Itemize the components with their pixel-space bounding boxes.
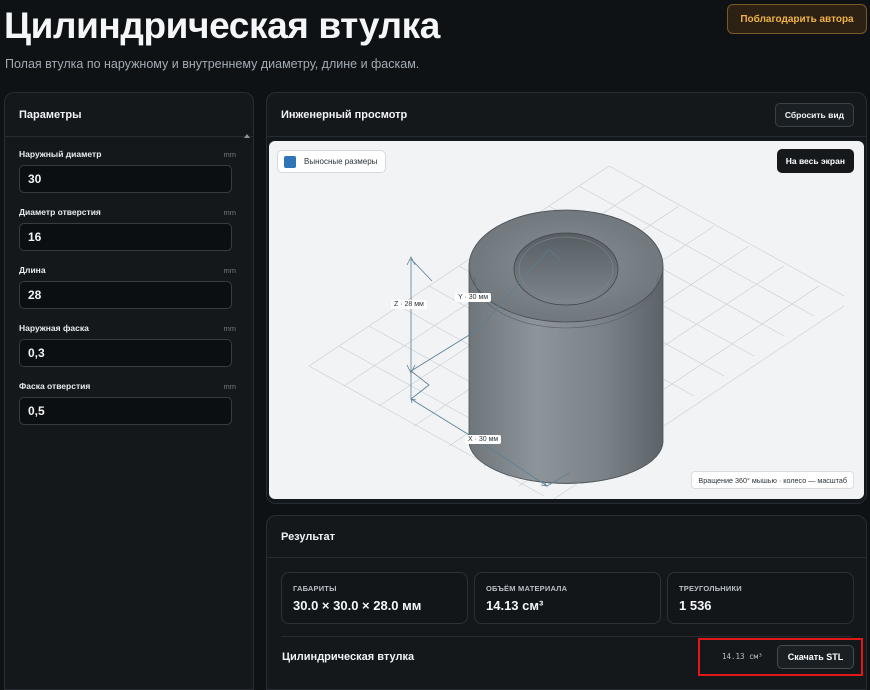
fullscreen-button[interactable]: На весь экран	[776, 149, 854, 173]
thank-author-button[interactable]: Поблагодарить автора	[727, 4, 867, 34]
result-panel: Результат ГАБАРИТЫ 30.0 × 30.0 × 28.0 мм…	[266, 515, 867, 690]
viewer-hint: Вращение 360° мышью · колесо — масштаб	[691, 471, 854, 489]
field-hole-chamfer: Фаска отверстия mm 0,5	[19, 379, 236, 425]
dimension-y-label: Y · 30 мм	[455, 293, 492, 302]
viewer-header: Инженерный просмотр Сбросить вид	[267, 93, 866, 137]
field-outer-chamfer: Наружная фаска mm 0,3	[19, 321, 236, 367]
result-title: Результат	[267, 516, 866, 558]
length-input[interactable]: 28	[19, 281, 232, 309]
field-length: Длина mm 28	[19, 263, 236, 309]
viewer-title: Инженерный просмотр	[281, 108, 408, 121]
page-title: Цилиндрическая втулка	[4, 5, 440, 46]
divider	[281, 636, 852, 637]
outer-diameter-input[interactable]: 30	[19, 165, 232, 193]
page: Цилиндрическая втулка Полая втулка по на…	[0, 0, 870, 690]
field-label: Фаска отверстия	[19, 381, 91, 391]
field-outer-diameter: Наружный диаметр mm 30	[19, 147, 236, 193]
model-render	[308, 165, 845, 499]
field-unit: mm	[223, 381, 237, 391]
scroll-up-arrow-icon[interactable]	[244, 134, 250, 138]
outer-chamfer-input[interactable]: 0,3	[19, 339, 232, 367]
stat-label: ГАБАРИТЫ	[293, 584, 337, 593]
dimension-x-label: X · 30 мм	[465, 435, 502, 444]
stat-value: 1 536	[679, 598, 712, 613]
stat-label: ОБЪЁМ МАТЕРИАЛА	[486, 584, 568, 593]
reset-view-button[interactable]: Сбросить вид	[774, 102, 854, 127]
stat-volume: ОБЪЁМ МАТЕРИАЛА 14.13 см³	[474, 572, 661, 624]
field-label: Наружный диаметр	[19, 149, 102, 159]
3d-viewport[interactable]: Выносные размеры На весь экран Z · 28 мм…	[269, 141, 864, 499]
dimension-z-label: Z · 28 мм	[391, 300, 427, 309]
field-unit: mm	[223, 207, 237, 217]
stat-label: ТРЕУГОЛЬНИКИ	[679, 584, 742, 593]
field-unit: mm	[223, 149, 237, 159]
checkbox-checked-icon[interactable]	[278, 152, 296, 168]
stat-value: 30.0 × 30.0 × 28.0 мм	[293, 598, 422, 613]
parameters-title: Параметры	[5, 93, 253, 137]
parameters-panel: Параметры Наружный диаметр mm 30 Диаметр…	[4, 92, 254, 690]
stat-value: 14.13 см³	[486, 598, 544, 613]
field-unit: mm	[223, 265, 237, 275]
page-subtitle: Полая втулка по наружному и внутреннему …	[5, 57, 420, 71]
download-stl-button[interactable]: Скачать STL	[777, 645, 854, 669]
model-name: Цилиндрическая втулка	[282, 651, 415, 663]
field-unit: mm	[223, 323, 237, 333]
volume-readout: 14.13 см³	[722, 652, 763, 661]
dimensions-toggle-label: Выносные размеры	[304, 157, 378, 166]
hole-chamfer-input[interactable]: 0,5	[19, 397, 232, 425]
field-label: Длина	[19, 265, 46, 275]
engineering-view-panel: Инженерный просмотр Сбросить вид Выносны…	[266, 92, 867, 504]
field-hole-diameter: Диаметр отверстия mm 16	[19, 205, 236, 251]
stat-dimensions: ГАБАРИТЫ 30.0 × 30.0 × 28.0 мм	[281, 572, 468, 624]
hole-diameter-input[interactable]: 16	[19, 223, 232, 251]
stat-triangles: ТРЕУГОЛЬНИКИ 1 536	[667, 572, 854, 624]
dimensions-toggle[interactable]: Выносные размеры	[277, 150, 387, 173]
field-label: Наружная фаска	[19, 323, 89, 333]
field-label: Диаметр отверстия	[19, 207, 101, 217]
